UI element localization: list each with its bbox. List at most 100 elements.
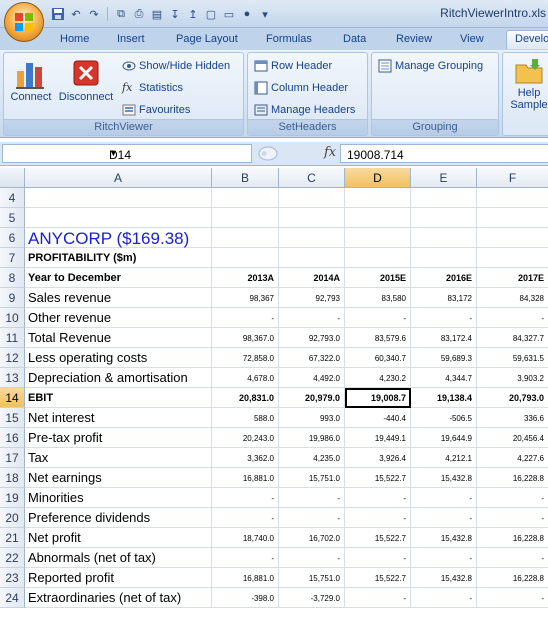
cell-a6[interactable]: ANYCORP ($169.38): [25, 228, 212, 248]
cell-f9[interactable]: 84,328: [477, 288, 548, 308]
cell-f19[interactable]: -: [477, 488, 548, 508]
cell-d5[interactable]: [345, 208, 411, 228]
cell-a16[interactable]: Pre-tax profit: [25, 428, 212, 448]
cell-f12[interactable]: 59,631.5: [477, 348, 548, 368]
cell-d12[interactable]: 60,340.7: [345, 348, 411, 368]
cell-e14[interactable]: 19,138.4: [411, 388, 477, 408]
cell-f13[interactable]: 3,903.2: [477, 368, 548, 388]
cell-d18[interactable]: 15,522.7: [345, 468, 411, 488]
cell-b23[interactable]: 16,881.0: [212, 568, 279, 588]
cell-e16[interactable]: 19,644.9: [411, 428, 477, 448]
disconnect-button[interactable]: Disconnect: [56, 57, 116, 103]
row-header-20[interactable]: 20: [0, 508, 25, 528]
cell-c4[interactable]: [279, 188, 345, 208]
cell-b12[interactable]: 72,858.0: [212, 348, 279, 368]
cell-d22[interactable]: -: [345, 548, 411, 568]
row-header-9[interactable]: 9: [0, 288, 25, 308]
cell-a15[interactable]: Net interest: [25, 408, 212, 428]
cell-c20[interactable]: -: [279, 508, 345, 528]
row-header-12[interactable]: 12: [0, 348, 25, 368]
cell-d19[interactable]: -: [345, 488, 411, 508]
cell-d21[interactable]: 15,522.7: [345, 528, 411, 548]
row-header-18[interactable]: 18: [0, 468, 25, 488]
column-header-f[interactable]: F: [477, 168, 548, 188]
cell-e20[interactable]: -: [411, 508, 477, 528]
cell-f17[interactable]: 4,227.6: [477, 448, 548, 468]
row-header-4[interactable]: 4: [0, 188, 25, 208]
open-folder-icon[interactable]: ▭: [221, 6, 237, 22]
cell-c17[interactable]: 4,235.0: [279, 448, 345, 468]
tab-formulas[interactable]: Formulas: [266, 31, 312, 50]
cell-c24[interactable]: -3,729.0: [279, 588, 345, 608]
cell-c13[interactable]: 4,492.0: [279, 368, 345, 388]
cell-c8[interactable]: 2014A: [279, 268, 345, 288]
row-header-13[interactable]: 13: [0, 368, 25, 388]
cell-a13[interactable]: Depreciation & amortisation: [25, 368, 212, 388]
cell-d10[interactable]: -: [345, 308, 411, 328]
cell-f6[interactable]: [477, 228, 548, 248]
customize-dropdown-icon[interactable]: ▾: [257, 6, 273, 22]
column-header-button[interactable]: Column Header: [254, 79, 348, 97]
cell-b19[interactable]: -: [212, 488, 279, 508]
cell-b9[interactable]: 98,367: [212, 288, 279, 308]
cell-a24[interactable]: Extraordinaries (net of tax): [25, 588, 212, 608]
tab-review[interactable]: Review: [396, 31, 432, 50]
favourites-button[interactable]: Favourites: [122, 101, 190, 119]
cell-d16[interactable]: 19,449.1: [345, 428, 411, 448]
cell-a9[interactable]: Sales revenue: [25, 288, 212, 308]
cell-d4[interactable]: [345, 188, 411, 208]
row-header-17[interactable]: 17: [0, 448, 25, 468]
cell-e17[interactable]: 4,212.1: [411, 448, 477, 468]
cell-f10[interactable]: -: [477, 308, 548, 328]
print-icon[interactable]: ⎙: [131, 6, 147, 22]
connect-button[interactable]: Connect: [8, 57, 54, 103]
cell-e19[interactable]: -: [411, 488, 477, 508]
cell-b24[interactable]: -398.0: [212, 588, 279, 608]
cell-f22[interactable]: -: [477, 548, 548, 568]
select-all-corner[interactable]: [0, 168, 25, 188]
cell-f20[interactable]: -: [477, 508, 548, 528]
help-samples-button[interactable]: Help Sample: [507, 57, 548, 111]
cell-d6[interactable]: [345, 228, 411, 248]
row-header-6[interactable]: 6: [0, 228, 25, 248]
cell-a4[interactable]: [25, 188, 212, 208]
cell-c14[interactable]: 20,979.0: [279, 388, 345, 408]
cell-c16[interactable]: 19,986.0: [279, 428, 345, 448]
cell-b13[interactable]: 4,678.0: [212, 368, 279, 388]
column-header-d[interactable]: D: [345, 168, 411, 188]
undo-icon[interactable]: ↶: [68, 6, 84, 22]
cell-f4[interactable]: [477, 188, 548, 208]
cell-b20[interactable]: -: [212, 508, 279, 528]
row-header-7[interactable]: 7: [0, 248, 25, 268]
cell-b14[interactable]: 20,831.0: [212, 388, 279, 408]
cell-f14[interactable]: 20,793.0: [477, 388, 548, 408]
cell-e9[interactable]: 83,172: [411, 288, 477, 308]
cell-a8[interactable]: Year to December: [25, 268, 212, 288]
cell-b17[interactable]: 3,362.0: [212, 448, 279, 468]
cell-d7[interactable]: [345, 248, 411, 268]
column-header-b[interactable]: B: [212, 168, 279, 188]
row-header-11[interactable]: 11: [0, 328, 25, 348]
cell-a14[interactable]: EBIT: [25, 388, 212, 408]
name-box[interactable]: D14 ▼: [2, 144, 252, 163]
cell-a7[interactable]: PROFITABILITY ($m): [25, 248, 212, 268]
cell-b4[interactable]: [212, 188, 279, 208]
tab-view[interactable]: View: [460, 31, 484, 50]
row-header-16[interactable]: 16: [0, 428, 25, 448]
cell-f21[interactable]: 16,228.8: [477, 528, 548, 548]
row-header-21[interactable]: 21: [0, 528, 25, 548]
row-header-8[interactable]: 8: [0, 268, 25, 288]
cell-c11[interactable]: 92,793.0: [279, 328, 345, 348]
new-document-icon[interactable]: ▢: [203, 6, 219, 22]
cell-d8[interactable]: 2015E: [345, 268, 411, 288]
formula-input[interactable]: 19008.714: [340, 144, 548, 163]
cell-e12[interactable]: 59,689.3: [411, 348, 477, 368]
cell-b8[interactable]: 2013A: [212, 268, 279, 288]
cell-f8[interactable]: 2017E: [477, 268, 548, 288]
cell-b15[interactable]: 588.0: [212, 408, 279, 428]
cell-f15[interactable]: 336.6: [477, 408, 548, 428]
sort-descending-icon[interactable]: ↥: [185, 6, 201, 22]
chevron-down-icon[interactable]: ▼: [109, 148, 248, 158]
cell-e10[interactable]: -: [411, 308, 477, 328]
cell-c15[interactable]: 993.0: [279, 408, 345, 428]
